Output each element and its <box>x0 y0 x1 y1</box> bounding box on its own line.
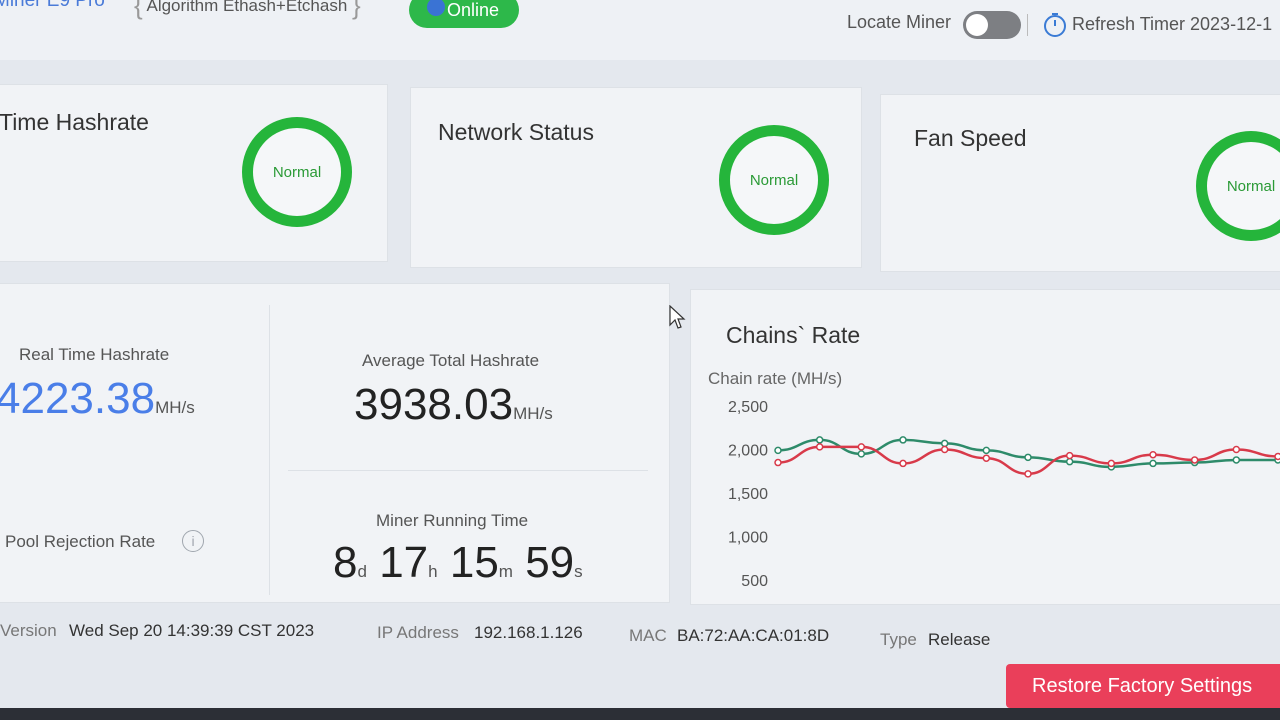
data-point[interactable] <box>1065 451 1074 460</box>
screen-bezel <box>0 708 1280 720</box>
data-point[interactable] <box>1065 457 1074 466</box>
data-point[interactable] <box>815 436 824 444</box>
status-ring: Normal <box>1196 131 1280 241</box>
data-point[interactable] <box>1190 456 1199 464</box>
network-status-card: Network Status Normal <box>410 87 862 268</box>
runtime-days: 8 <box>333 538 358 587</box>
runtime-seconds: 59 <box>525 538 575 587</box>
data-point[interactable] <box>1149 459 1157 468</box>
runtime-minutes: 15 <box>449 538 499 587</box>
version-label: Version <box>0 621 57 640</box>
fan-speed-card: Fan Speed Normal <box>880 94 1280 272</box>
realtime-hashrate-number: 4223.38 <box>0 374 156 423</box>
y-tick-label: 500 <box>741 573 768 590</box>
running-time-label: Miner Running Time <box>376 511 529 530</box>
mac-label: MAC <box>629 626 667 645</box>
data-point[interactable] <box>1107 459 1116 468</box>
data-point[interactable] <box>940 445 949 454</box>
status-dot-icon <box>427 0 445 16</box>
locate-miner-label: Locate Miner <box>847 12 952 32</box>
realtime-hashrate-value: 4223.38MH/s <box>0 374 195 424</box>
data-point[interactable] <box>815 443 824 451</box>
data-point[interactable] <box>857 450 866 458</box>
mouse-cursor-icon <box>669 305 686 329</box>
data-point[interactable] <box>1274 452 1280 461</box>
runtime-seconds-unit: s <box>574 562 583 581</box>
mac-value: BA:72:AA:CA:01:8D <box>677 626 830 645</box>
refresh-timer-label[interactable]: Refresh Timer 2023-12-1 <box>1072 14 1272 35</box>
data-point[interactable] <box>982 446 991 455</box>
ip-label: IP Address <box>377 623 459 642</box>
pool-rejection-label: Pool Rejection Rate <box>5 532 156 551</box>
chains-rate-chart: 2,500 2,000 1,500 1,000 500 <box>728 399 1280 590</box>
top-bar: Miner E9 Pro { Algorithm Ethash+Etchash … <box>0 0 1280 60</box>
chart-title: Chains` Rate <box>726 322 861 348</box>
divider <box>269 305 270 595</box>
card-title: Fan Speed <box>914 125 1027 151</box>
runtime-hours-unit: h <box>428 562 438 581</box>
online-status-label: Online <box>447 0 500 20</box>
y-tick-label: 1,000 <box>728 530 768 547</box>
running-time-value: 8d 17h 15m 59s <box>333 538 583 588</box>
realtime-hashrate-unit: MH/s <box>155 398 195 417</box>
status-text: Normal <box>272 163 322 181</box>
status-ring: Normal <box>242 117 352 227</box>
data-point[interactable] <box>899 459 907 468</box>
y-tick-label: 2,000 <box>728 443 768 460</box>
hashrate-status-card: Time Hashrate Normal <box>0 84 388 262</box>
status-text: Normal <box>749 171 799 189</box>
y-tick-label: 1,500 <box>728 486 768 503</box>
data-point[interactable] <box>774 458 782 467</box>
average-hashrate-value: 3938.03MH/s <box>354 380 553 430</box>
runtime-minutes-unit: m <box>498 562 513 581</box>
algorithm-tag: { Algorithm Ethash+Etchash } <box>134 0 361 21</box>
version-value: Wed Sep 20 14:39:39 CST 2023 <box>69 621 315 640</box>
runtime-days-unit: d <box>357 562 367 581</box>
info-icon[interactable]: i <box>182 530 204 552</box>
series-line-1 <box>777 438 1278 469</box>
data-point[interactable] <box>774 446 782 455</box>
status-text: Normal <box>1226 177 1276 195</box>
card-title: Network Status <box>438 119 594 145</box>
timer-icon[interactable] <box>1042 12 1068 38</box>
brace-left-icon: { <box>134 0 143 20</box>
brace-right-icon: } <box>352 0 361 20</box>
y-tick-label: 2,500 <box>728 399 768 416</box>
chart-y-axis-label: Chain rate (MH/s) <box>708 369 843 388</box>
average-hashrate-label: Average Total Hashrate <box>362 351 540 370</box>
average-hashrate-number: 3938.03 <box>354 380 514 429</box>
data-point[interactable] <box>1024 453 1032 462</box>
status-ring: Normal <box>719 125 829 235</box>
data-point[interactable] <box>1232 456 1241 464</box>
data-point[interactable] <box>1024 470 1032 478</box>
data-point[interactable] <box>982 454 991 462</box>
online-status-badge: Online <box>409 0 519 28</box>
miner-model: Miner E9 Pro <box>0 0 105 11</box>
data-point[interactable] <box>899 436 907 444</box>
data-point[interactable] <box>857 443 866 451</box>
type-label: Type <box>880 630 917 649</box>
card-title: Time Hashrate <box>0 109 149 135</box>
ip-value: 192.168.1.126 <box>474 623 583 642</box>
locate-miner-toggle[interactable] <box>963 11 1021 39</box>
data-point[interactable] <box>1149 450 1157 459</box>
toggle-knob <box>966 14 988 36</box>
divider <box>1027 14 1028 36</box>
runtime-hours: 17 <box>379 538 429 587</box>
restore-factory-settings-button[interactable]: Restore Factory Settings <box>1006 664 1280 708</box>
type-value: Release <box>928 630 991 649</box>
average-hashrate-unit: MH/s <box>513 404 553 423</box>
divider <box>288 470 648 471</box>
algorithm-label: Algorithm Ethash+Etchash <box>146 0 348 15</box>
data-point[interactable] <box>940 439 949 448</box>
realtime-hashrate-label: Real Time Hashrate <box>19 345 170 364</box>
data-point[interactable] <box>1232 445 1241 454</box>
